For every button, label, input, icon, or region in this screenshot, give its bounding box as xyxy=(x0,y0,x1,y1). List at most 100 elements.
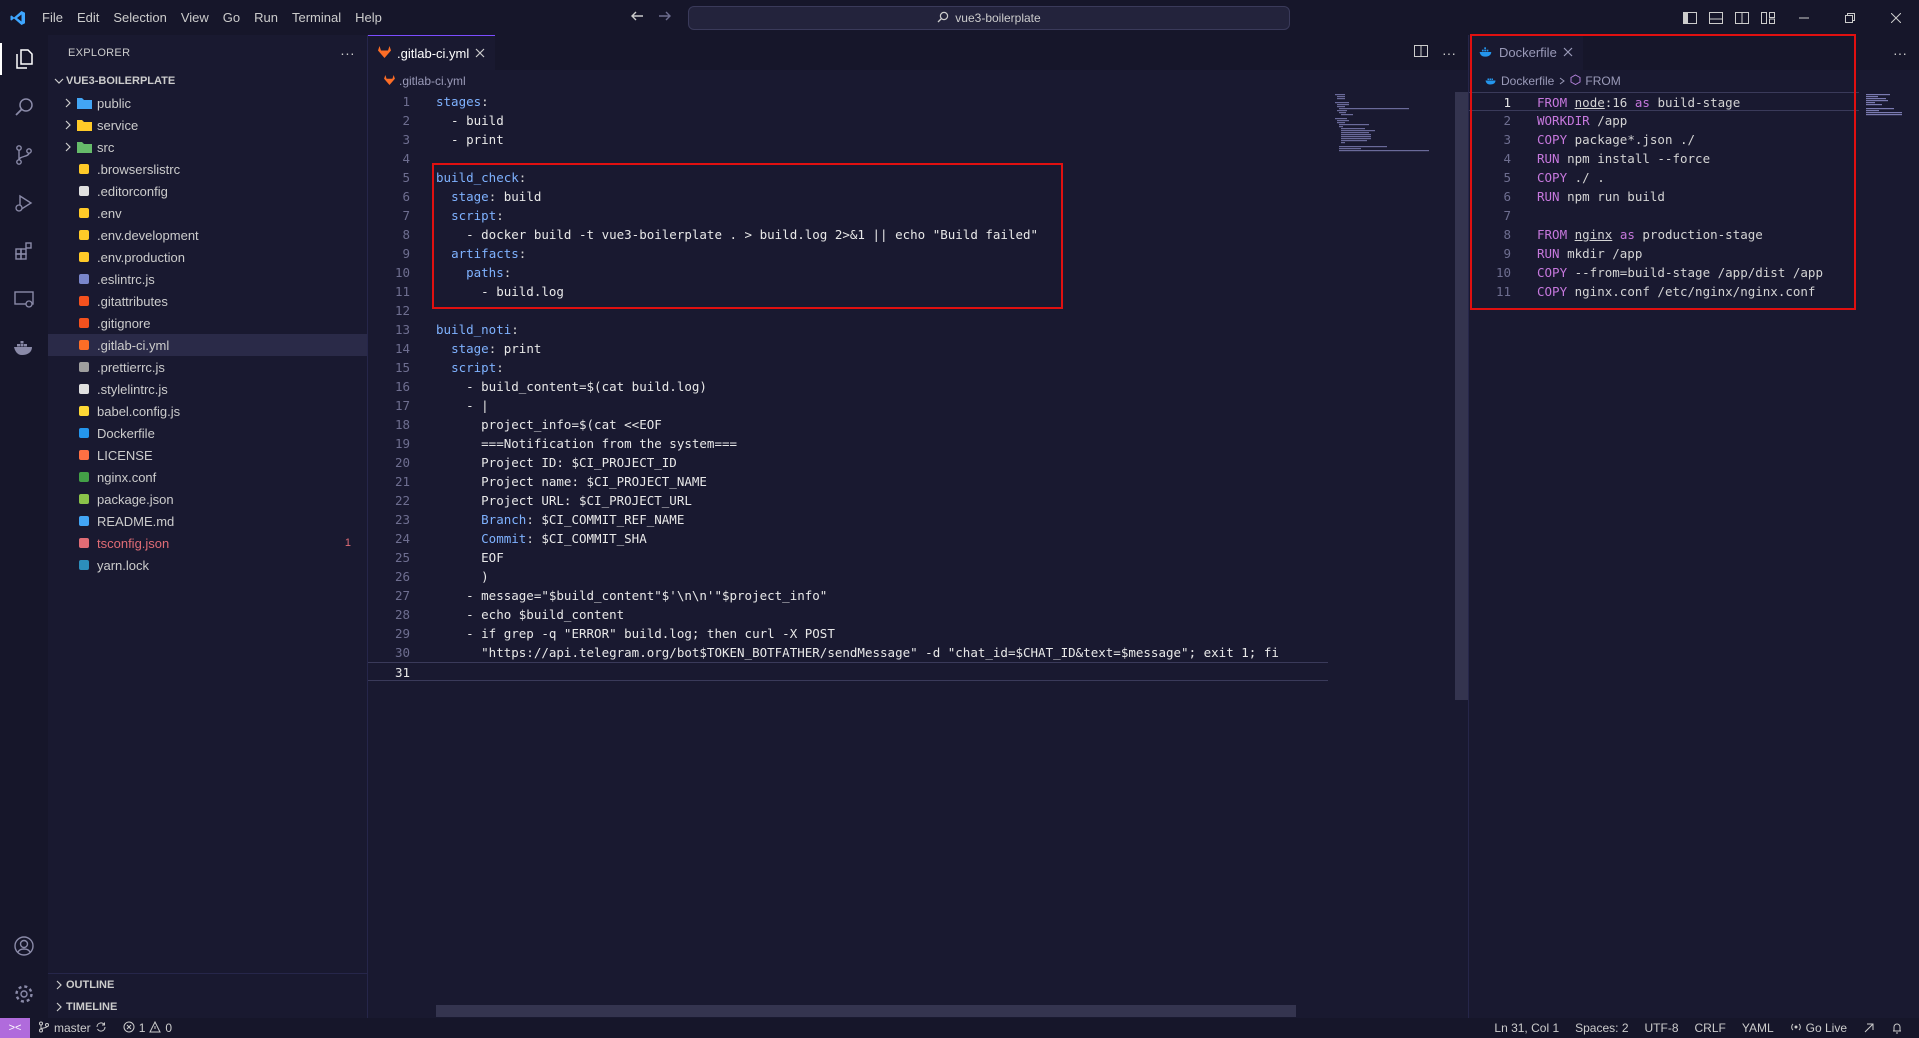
file-item[interactable]: .env.development xyxy=(48,224,367,246)
code-line[interactable]: 23 Branch: $CI_COMMIT_REF_NAME xyxy=(368,510,1328,529)
code-line[interactable]: 1 stages: xyxy=(368,92,1328,111)
sync-icon[interactable] xyxy=(95,1021,107,1036)
code-line[interactable]: 13 build_noti: xyxy=(368,320,1328,339)
code-line[interactable]: 26 ) xyxy=(368,567,1328,586)
code-line[interactable]: 28 - echo $build_content xyxy=(368,605,1328,624)
code-line[interactable]: 8 FROM nginx as production-stage xyxy=(1469,225,1859,244)
file-item[interactable]: tsconfig.json 1 xyxy=(48,532,367,554)
code-line[interactable]: 15 script: xyxy=(368,358,1328,377)
code-line[interactable]: 3 COPY package*.json ./ xyxy=(1469,130,1859,149)
file-item[interactable]: Dockerfile xyxy=(48,422,367,444)
problems-indicator[interactable]: 1 0 xyxy=(115,1020,180,1036)
code-line[interactable]: 25 EOF xyxy=(368,548,1328,567)
restore-icon[interactable] xyxy=(1827,0,1873,35)
file-item[interactable]: .eslintrc.js xyxy=(48,268,367,290)
code-editor[interactable]: 1 FROM node:16 as build-stage 2 WORKDIR /ap… xyxy=(1469,92,1859,301)
close-window-icon[interactable] xyxy=(1873,0,1919,35)
code-line[interactable]: 4 xyxy=(368,149,1328,168)
more-actions-icon[interactable]: ··· xyxy=(1442,45,1456,61)
toggle-primary-sidebar-icon[interactable] xyxy=(1677,0,1703,35)
go-live-button[interactable]: Go Live xyxy=(1782,1021,1855,1036)
menu-view[interactable]: View xyxy=(174,0,216,35)
remote-indicator-icon[interactable]: >< xyxy=(0,1018,30,1038)
code-line[interactable]: 22 Project URL: $CI_PROJECT_URL xyxy=(368,491,1328,510)
code-line[interactable]: 9 RUN mkdir /app xyxy=(1469,244,1859,263)
close-tab-icon[interactable] xyxy=(475,46,485,61)
customize-layout-icon[interactable] xyxy=(1755,0,1781,35)
remote-explorer-icon[interactable] xyxy=(0,275,48,323)
breadcrumb-file[interactable]: .gitlab-ci.yml xyxy=(399,74,466,88)
file-item[interactable]: .editorconfig xyxy=(48,180,367,202)
more-actions-icon[interactable]: ··· xyxy=(1893,45,1907,61)
code-line[interactable]: 4 RUN npm install --force xyxy=(1469,149,1859,168)
minimize-icon[interactable] xyxy=(1781,0,1827,35)
code-line[interactable]: 5 build_check: xyxy=(368,168,1328,187)
file-item[interactable]: babel.config.js xyxy=(48,400,367,422)
code-line[interactable]: 30 "https://api.telegram.org/bot$TOKEN_B… xyxy=(368,643,1328,662)
tab-dockerfile[interactable]: Dockerfile xyxy=(1469,35,1583,70)
extensions-icon[interactable] xyxy=(0,227,48,275)
code-line[interactable]: 27 - message="$build_content"$'\n\n'"$pr… xyxy=(368,586,1328,605)
file-item[interactable]: LICENSE xyxy=(48,444,367,466)
code-line[interactable]: 6 RUN npm run build xyxy=(1469,187,1859,206)
code-line[interactable]: 19 ===Notification from the system=== xyxy=(368,434,1328,453)
settings-gear-icon[interactable] xyxy=(0,970,48,1018)
breadcrumb-file[interactable]: Dockerfile xyxy=(1501,74,1554,88)
explorer-icon[interactable] xyxy=(0,35,48,83)
horizontal-scrollbar[interactable] xyxy=(436,1005,1296,1017)
code-line[interactable]: 21 Project name: $CI_PROJECT_NAME xyxy=(368,472,1328,491)
code-line[interactable]: 7 script: xyxy=(368,206,1328,225)
code-line[interactable]: 10 paths: xyxy=(368,263,1328,282)
code-line[interactable]: 31 xyxy=(368,662,1328,681)
code-line[interactable]: 20 Project ID: $CI_PROJECT_ID xyxy=(368,453,1328,472)
breadcrumb-symbol[interactable]: FROM xyxy=(1585,74,1620,88)
split-editor-icon[interactable] xyxy=(1414,45,1428,60)
code-line[interactable]: 24 Commit: $CI_COMMIT_SHA xyxy=(368,529,1328,548)
file-item[interactable]: .gitignore xyxy=(48,312,367,334)
file-item[interactable]: .env xyxy=(48,202,367,224)
code-line[interactable]: 18 project_info=$(cat <<EOF xyxy=(368,415,1328,434)
docker-icon[interactable] xyxy=(0,323,48,371)
file-item[interactable]: .prettierrc.js xyxy=(48,356,367,378)
code-line[interactable]: 17 - | xyxy=(368,396,1328,415)
language-mode[interactable]: YAML xyxy=(1734,1021,1782,1035)
code-line[interactable]: 16 - build_content=$(cat build.log) xyxy=(368,377,1328,396)
menu-go[interactable]: Go xyxy=(216,0,247,35)
file-item[interactable]: .browserslistrc xyxy=(48,158,367,180)
search-icon[interactable] xyxy=(0,83,48,131)
close-tab-icon[interactable] xyxy=(1563,45,1573,60)
file-item[interactable]: .gitlab-ci.yml xyxy=(48,334,367,356)
code-line[interactable]: 10 COPY --from=build-stage /app/dist /app xyxy=(1469,263,1859,282)
code-line[interactable]: 29 - if grep -q "ERROR" build.log; then … xyxy=(368,624,1328,643)
file-item[interactable]: yarn.lock xyxy=(48,554,367,576)
menu-terminal[interactable]: Terminal xyxy=(285,0,348,35)
code-line[interactable]: 1 FROM node:16 as build-stage xyxy=(1469,92,1859,111)
back-arrow-icon[interactable] xyxy=(630,9,644,26)
cursor-position[interactable]: Ln 31, Col 1 xyxy=(1486,1021,1567,1035)
code-line[interactable]: 7 xyxy=(1469,206,1859,225)
end-of-line[interactable]: CRLF xyxy=(1687,1021,1734,1035)
vertical-scrollbar[interactable] xyxy=(1455,92,1468,700)
folder-item[interactable]: src xyxy=(48,136,367,158)
command-center-search[interactable]: vue3-boilerplate xyxy=(688,6,1290,30)
toggle-secondary-sidebar-icon[interactable] xyxy=(1729,0,1755,35)
code-line[interactable]: 8 - docker build -t vue3-boilerplate . >… xyxy=(368,225,1328,244)
code-line[interactable]: 2 - build xyxy=(368,111,1328,130)
file-item[interactable]: package.json xyxy=(48,488,367,510)
code-line[interactable]: 3 - print xyxy=(368,130,1328,149)
toggle-panel-icon[interactable] xyxy=(1703,0,1729,35)
file-item[interactable]: README.md xyxy=(48,510,367,532)
menu-edit[interactable]: Edit xyxy=(70,0,106,35)
tab-gitlab-ci[interactable]: .gitlab-ci.yml xyxy=(368,35,496,70)
outline-section[interactable]: OUTLINE xyxy=(48,974,367,996)
forward-arrow-icon[interactable] xyxy=(658,9,672,26)
file-item[interactable]: .stylelintrc.js xyxy=(48,378,367,400)
folder-item[interactable]: service xyxy=(48,114,367,136)
code-line[interactable]: 11 COPY nginx.conf /etc/nginx/nginx.conf xyxy=(1469,282,1859,301)
menu-file[interactable]: File xyxy=(35,0,70,35)
indentation[interactable]: Spaces: 2 xyxy=(1567,1021,1636,1035)
source-control-icon[interactable] xyxy=(0,131,48,179)
file-item[interactable]: .env.production xyxy=(48,246,367,268)
accounts-icon[interactable] xyxy=(0,922,48,970)
feedback-icon[interactable] xyxy=(1855,1022,1883,1034)
